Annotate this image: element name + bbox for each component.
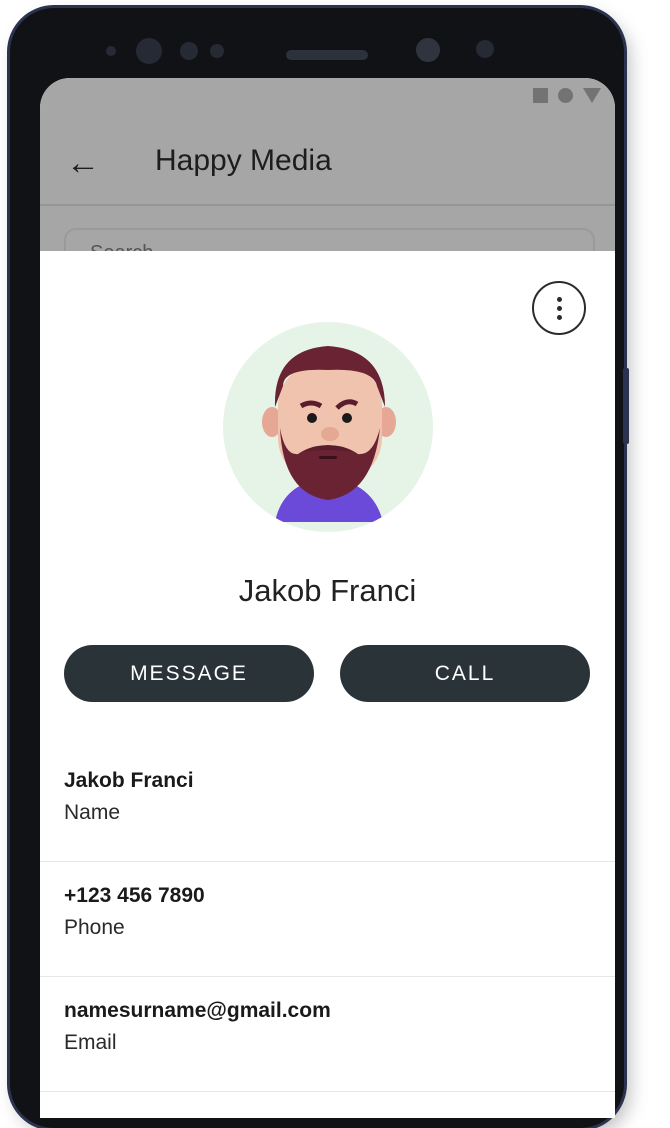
front-camera-icon [136,38,162,64]
name-field: Jakob Franci Name [40,747,615,862]
contact-name: Jakob Franci [238,573,417,608]
email-value[interactable]: namesurname@gmail.com [64,999,331,1023]
square-icon [533,88,548,103]
app-bar: ← Happy Media [40,126,615,202]
contact-bottom-sheet: Jakob Franci MESSAGE CALL Jakob Franci N… [40,251,615,1118]
email-label: Email [64,1031,117,1054]
field-divider [40,1091,615,1092]
status-bar [533,88,601,103]
avatar [223,322,433,532]
front-camera-icon [416,38,440,62]
front-sensor-icon [106,46,116,56]
more-options-button[interactable] [532,281,586,335]
phone-value[interactable]: +123 456 7890 [64,884,205,908]
circle-icon [558,88,573,103]
phone-frame: ← Happy Media Search [10,8,624,1128]
email-field[interactable]: namesurname@gmail.com Email [40,977,615,1092]
name-value: Jakob Franci [64,769,194,792]
front-sensor-icon [180,42,198,60]
back-arrow-icon[interactable]: ← [66,146,100,180]
message-button[interactable]: MESSAGE [64,645,314,702]
front-sensor-icon [210,44,224,58]
more-vert-icon [556,296,562,302]
phone-field[interactable]: +123 456 7890 Phone [40,862,615,977]
side-button [623,368,629,444]
earpiece-speaker [286,50,368,60]
app-bar-divider [40,204,615,206]
signal-triangle-icon [583,88,601,103]
avatar-illustration [262,346,396,522]
name-label: Name [64,801,121,824]
phone-label: Phone [64,916,125,939]
app-title: Happy Media [155,144,332,177]
screen: ← Happy Media Search [40,78,615,1118]
background-app-scrim: ← Happy Media Search [40,78,615,292]
call-button[interactable]: CALL [340,645,590,702]
front-sensor-icon [476,40,494,58]
